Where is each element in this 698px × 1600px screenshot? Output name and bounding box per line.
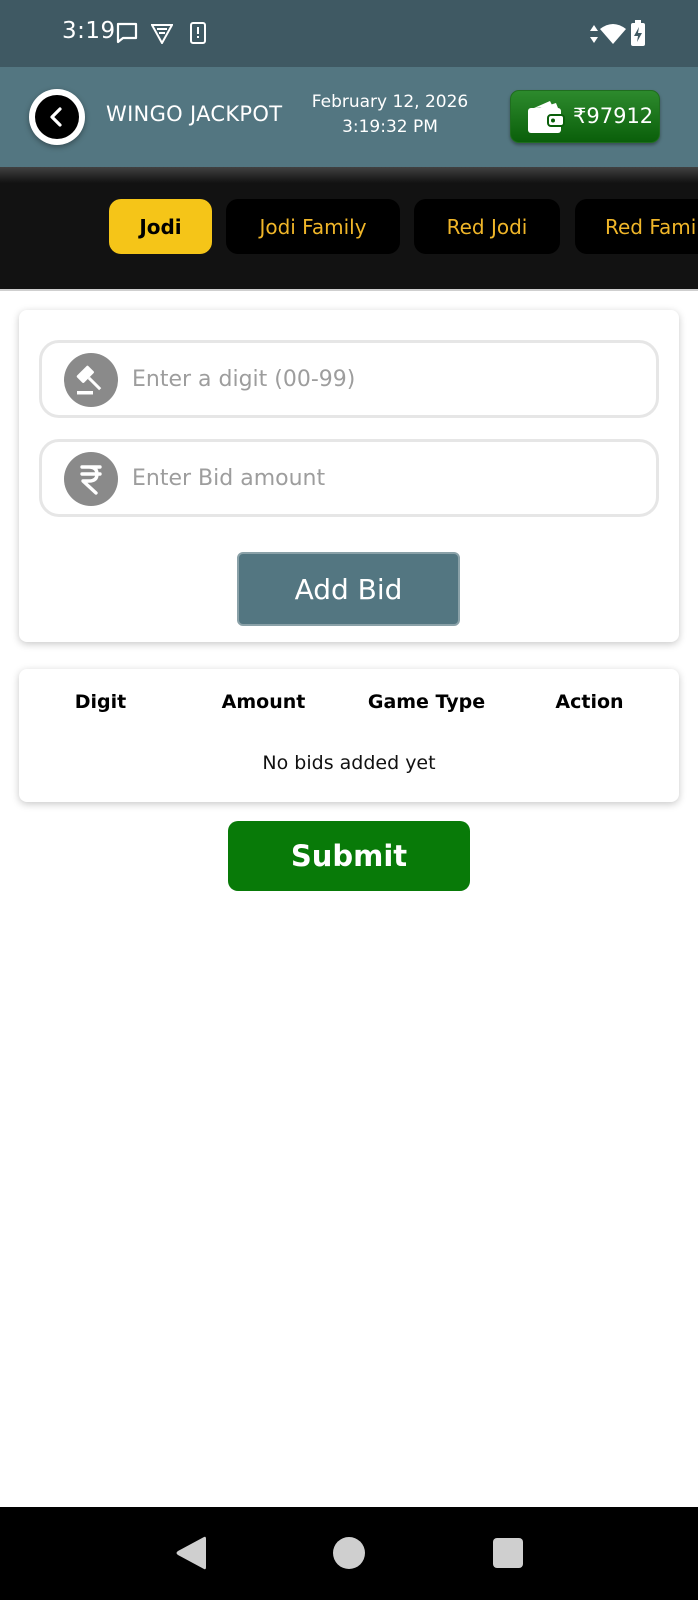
nav-recents-icon[interactable] [492, 1534, 524, 1572]
wallet-button[interactable]: ₹97912 [510, 90, 660, 143]
vpn-shield-icon [151, 24, 173, 44]
amount-field [39, 439, 659, 517]
tab-divider [0, 289, 698, 291]
add-bid-button[interactable]: Add Bid [237, 552, 460, 626]
bid-form-card: Add Bid [19, 310, 679, 642]
digit-field [39, 340, 659, 418]
amount-input[interactable] [132, 456, 632, 500]
message-icon [116, 22, 138, 44]
nav-home-icon[interactable] [332, 1534, 366, 1572]
gavel-icon [64, 353, 118, 407]
wallet-icon [528, 101, 565, 133]
column-header-game-type: Game Type [367, 691, 486, 713]
back-button[interactable] [29, 89, 85, 145]
status-time: 3:19 [62, 18, 116, 44]
column-header-action: Action [555, 691, 624, 713]
nav-back-icon[interactable] [174, 1534, 208, 1572]
game-type-tabs: Jodi Jodi Family Red Jodi Red Family [0, 167, 698, 289]
status-bar: 3:19 [0, 0, 698, 67]
app-bar: WINGO JACKPOT February 12, 2026 3:19:32 … [0, 67, 698, 167]
empty-bids-message: No bids added yet [262, 752, 436, 774]
column-header-amount: Amount [221, 691, 306, 713]
system-navigation-bar [0, 1507, 698, 1600]
wifi-icon [600, 24, 626, 44]
date-time: February 12, 2026 3:19:32 PM [300, 90, 480, 140]
bids-table-card: Digit Amount Game Type Action No bids ad… [19, 669, 679, 802]
tab-jodi[interactable]: Jodi [109, 199, 212, 254]
tab-red-jodi[interactable]: Red Jodi [414, 199, 560, 254]
wallet-balance: ₹97912 [573, 104, 654, 128]
game-title: WINGO JACKPOT [106, 102, 283, 126]
current-date: February 12, 2026 [311, 92, 469, 112]
submit-button[interactable]: Submit [228, 821, 470, 891]
sim-alert-icon [190, 22, 206, 44]
battery-charging-icon [631, 20, 645, 46]
digit-input[interactable] [132, 357, 632, 401]
tab-jodi-family[interactable]: Jodi Family [226, 199, 400, 254]
column-header-digit: Digit [74, 691, 127, 713]
data-arrows-icon [590, 25, 598, 43]
current-time: 3:19:32 PM [342, 117, 438, 137]
rupee-icon [64, 452, 118, 506]
back-icon [35, 95, 79, 139]
tab-red-family[interactable]: Red Family [575, 199, 698, 254]
